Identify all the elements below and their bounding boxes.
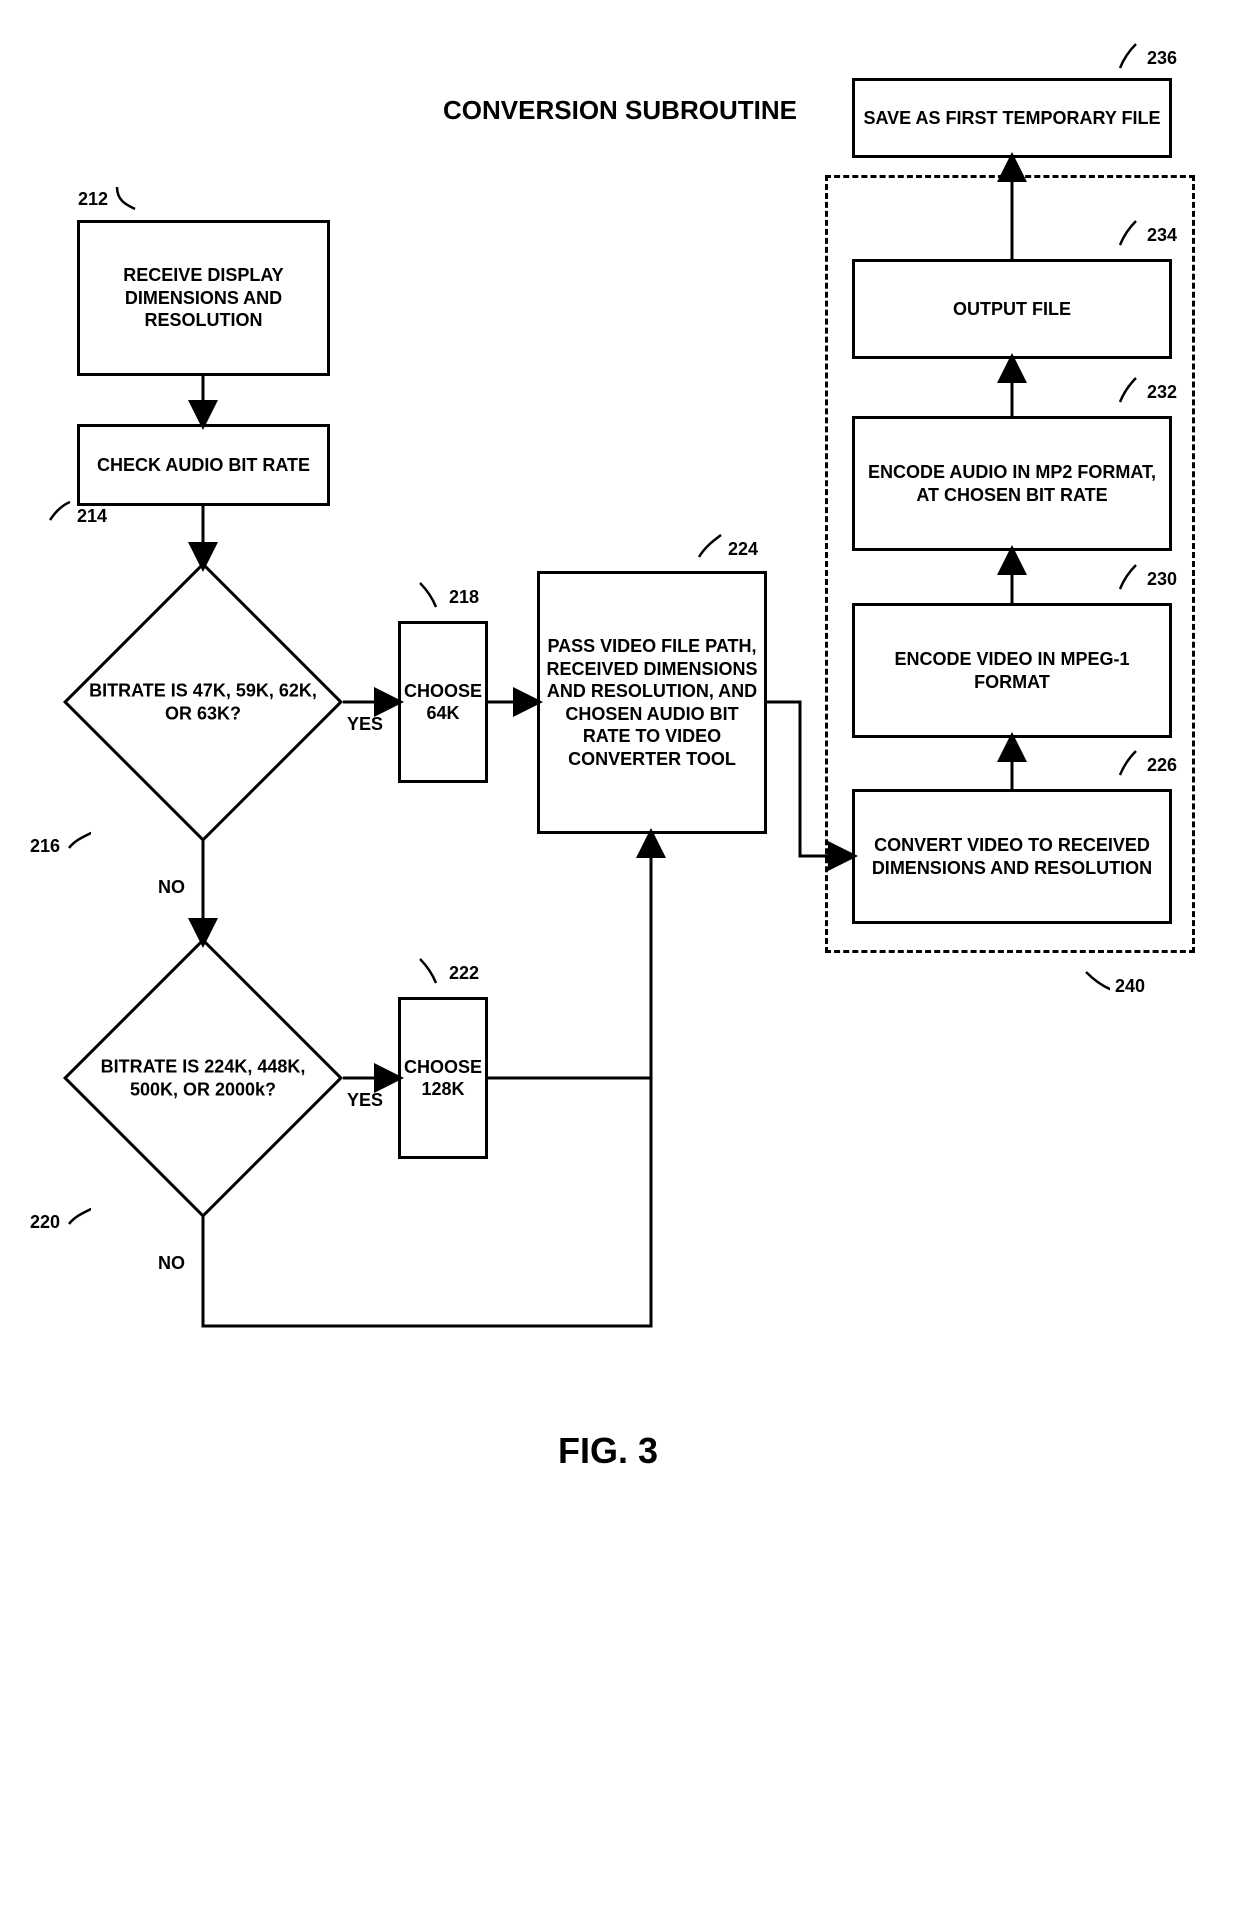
box-encode-audio: ENCODE AUDIO IN MP2 FORMAT, AT CHOSEN BI… — [852, 416, 1172, 551]
diamond-216-label: BITRATE IS 47K, 59K, 62K, OR 63K? — [84, 680, 322, 725]
ref-240-text: 240 — [1115, 976, 1145, 996]
ref-236: 236 — [1116, 42, 1177, 76]
box-pass-to-converter: PASS VIDEO FILE PATH, RECEIVED DIMENSION… — [537, 571, 767, 834]
edge-no-1: NO — [158, 877, 185, 898]
box-receive-dimensions: RECEIVE DISPLAY DIMENSIONS AND RESOLUTIO… — [77, 220, 330, 376]
box-encode-video: ENCODE VIDEO IN MPEG-1 FORMAT — [852, 603, 1172, 738]
box-choose-128k: CHOOSE 128K — [398, 997, 488, 1159]
ref-224: 224 — [697, 533, 758, 567]
ref-216-text: 216 — [30, 836, 60, 856]
ref-236-text: 236 — [1147, 48, 1177, 68]
ref-212-leader-icon — [113, 183, 139, 217]
box-convert-video: CONVERT VIDEO TO RECEIVED DIMENSIONS AND… — [852, 789, 1172, 924]
diamond-bitrate-check-2: BITRATE IS 224K, 448K, 500K, OR 2000k? — [63, 938, 343, 1218]
ref-212-text: 212 — [78, 189, 108, 209]
ref-226: 226 — [1116, 749, 1177, 783]
ref-222: 222 — [418, 957, 479, 991]
ref-222-text: 222 — [449, 963, 479, 983]
edge-yes-2: YES — [347, 1090, 383, 1111]
ref-224-leader-icon — [697, 533, 723, 567]
ref-240: 240 — [1084, 970, 1145, 1004]
ref-218: 218 — [418, 581, 479, 615]
ref-226-leader-icon — [1116, 749, 1142, 783]
diamond-bitrate-check-1: BITRATE IS 47K, 59K, 62K, OR 63K? — [63, 562, 343, 842]
page: CONVERSION SUBROUTINE 200 RECEIVE DISPLA… — [0, 0, 1240, 1932]
box-save-temp-file: SAVE AS FIRST TEMPORARY FILE — [852, 78, 1172, 158]
ref-214-leader-icon — [46, 500, 72, 534]
ref-214-text: 214 — [77, 506, 107, 526]
ref-230-leader-icon — [1116, 563, 1142, 597]
edge-yes-1: YES — [347, 714, 383, 735]
ref-230: 230 — [1116, 563, 1177, 597]
ref-232-text: 232 — [1147, 382, 1177, 402]
ref-216-leader-icon — [65, 830, 91, 864]
ref-212: 212 — [78, 183, 139, 217]
ref-224-text: 224 — [728, 539, 758, 559]
ref-236-leader-icon — [1116, 42, 1142, 76]
ref-232: 232 — [1116, 376, 1177, 410]
ref-234: 234 — [1116, 219, 1177, 253]
ref-218-leader-icon — [418, 581, 444, 615]
ref-220: 220 — [30, 1206, 91, 1240]
ref-232-leader-icon — [1116, 376, 1142, 410]
diagram-title: CONVERSION SUBROUTINE — [430, 95, 810, 126]
ref-234-leader-icon — [1116, 219, 1142, 253]
box-output-file: OUTPUT FILE — [852, 259, 1172, 359]
ref-226-text: 226 — [1147, 755, 1177, 775]
edge-no-2: NO — [158, 1253, 185, 1274]
ref-216: 216 — [30, 830, 91, 864]
ref-220-text: 220 — [30, 1212, 60, 1232]
diamond-220-label: BITRATE IS 224K, 448K, 500K, OR 2000k? — [84, 1056, 322, 1101]
box-choose-64k: CHOOSE 64K — [398, 621, 488, 783]
ref-230-text: 230 — [1147, 569, 1177, 589]
ref-220-leader-icon — [65, 1206, 91, 1240]
ref-240-leader-icon — [1084, 970, 1110, 1004]
box-check-audio-bitrate: CHECK AUDIO BIT RATE — [77, 424, 330, 506]
ref-234-text: 234 — [1147, 225, 1177, 245]
ref-214: 214 — [46, 500, 107, 534]
ref-218-text: 218 — [449, 587, 479, 607]
figure-label: FIG. 3 — [558, 1430, 658, 1472]
ref-222-leader-icon — [418, 957, 444, 991]
